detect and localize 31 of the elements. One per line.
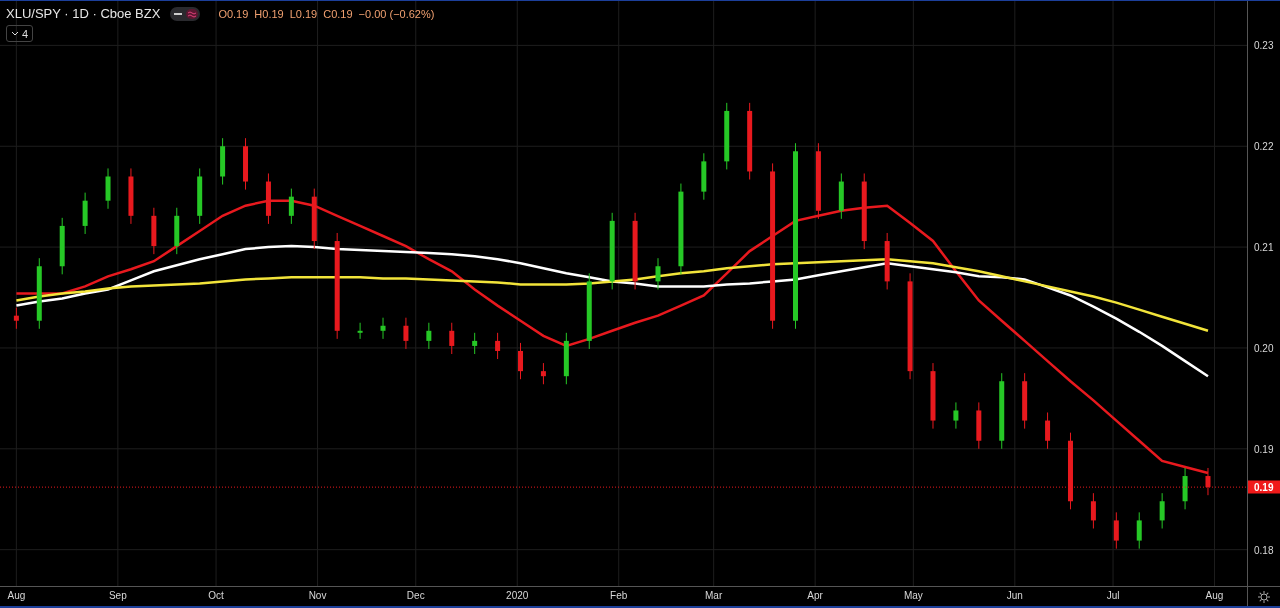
price-axis-label: 0.20: [1254, 342, 1274, 354]
time-axis-label: Oct: [208, 590, 224, 601]
chevron-down-icon: [11, 30, 19, 37]
time-axis-label: Aug: [7, 590, 26, 601]
time-axis-label: Jun: [1006, 590, 1023, 601]
ohlc-value: H0.19: [254, 7, 284, 20]
time-axis-label: May: [903, 590, 923, 601]
price-axis-label: 0.22: [1254, 140, 1274, 152]
ohlc-value: L0.19: [289, 7, 318, 20]
price-axis-label: 0.19: [1254, 443, 1274, 455]
price-change: −0.00 (−0.62%): [358, 7, 435, 20]
ohlc-value: O0.19: [218, 7, 249, 20]
time-axis-label: Dec: [406, 590, 425, 601]
settings-icon[interactable]: [1257, 589, 1271, 604]
price-axis-label: 0.23: [1254, 39, 1274, 51]
last-price-tag: 0.19: [1248, 480, 1280, 494]
time-axis-label: Aug: [1205, 590, 1224, 601]
ohlc-value: C0.19: [323, 7, 353, 20]
time-axis-label: Sep: [108, 590, 127, 601]
indicator-toggle[interactable]: [170, 6, 201, 21]
price-axis-label: 0.18: [1254, 544, 1274, 556]
time-axis-label: Mar: [705, 590, 723, 601]
time-axis-label: Feb: [610, 590, 628, 601]
time-axis-label: 2020: [506, 590, 529, 601]
price-axis-label: 0.21: [1254, 241, 1274, 253]
time-axis-label: Apr: [807, 590, 823, 601]
time-axis-label: Jul: [1106, 590, 1120, 601]
time-axis-label: Nov: [308, 590, 327, 601]
symbol-title: XLU/SPY · 1D · Cboe BZX: [6, 6, 161, 21]
collapse-indicators-button[interactable]: 4: [6, 25, 34, 42]
wave-icon: [186, 8, 199, 19]
